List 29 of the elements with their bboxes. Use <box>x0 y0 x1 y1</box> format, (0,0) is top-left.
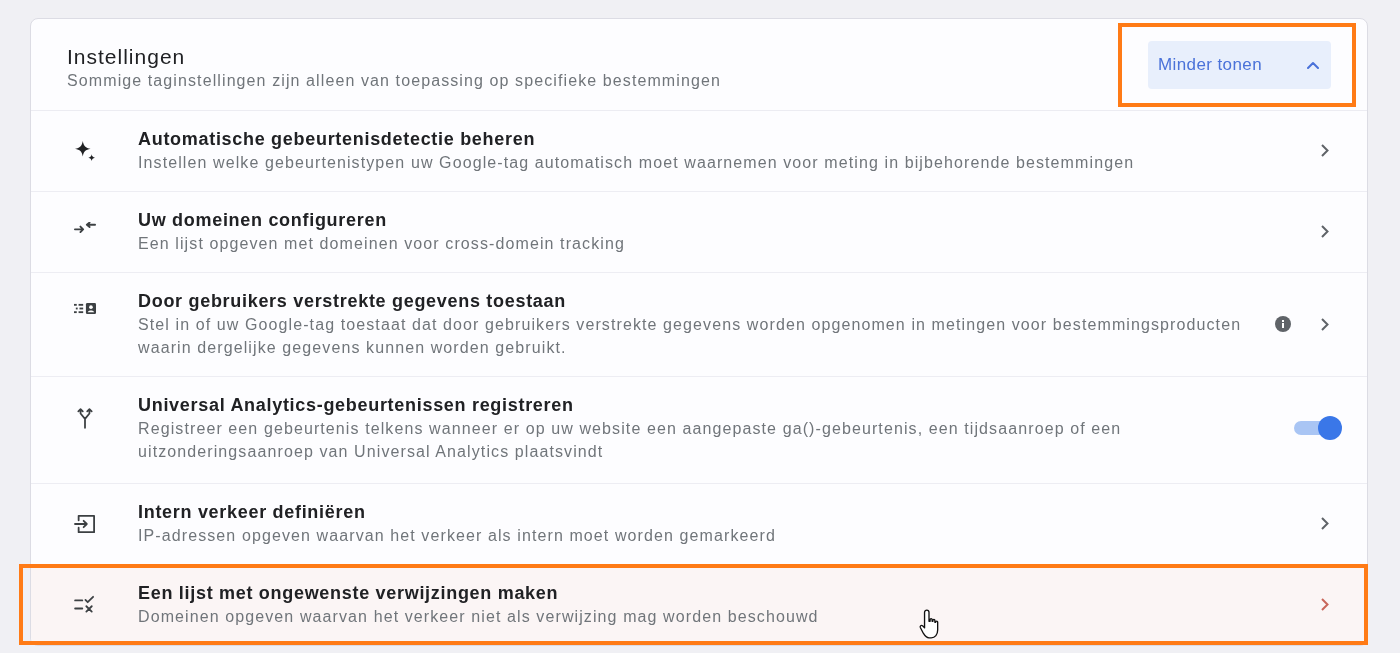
section-subtitle: Sommige taginstellingen zijn alleen van toepassing op specifieke bestemmingen <box>67 70 721 91</box>
row-description: Instellen welke gebeurtenistypen uw Google-tag automatisch moet waarnemen voor meting in bijbehorende bestemmingen <box>138 153 1135 173</box>
row-title: Universal Analytics-gebeurtenissen registreren <box>138 394 574 417</box>
info-icon[interactable] <box>1275 316 1291 332</box>
chevron-right-icon[interactable] <box>1321 144 1329 157</box>
row-title: Een lijst met ongewenste verwijzingen maken <box>138 582 559 605</box>
chevron-right-icon[interactable] <box>1321 598 1329 611</box>
hand-cursor-icon <box>919 609 939 639</box>
row-title: Door gebruikers verstrekte gegevens toestaan <box>138 290 566 313</box>
chevron-right-icon[interactable] <box>1321 517 1329 530</box>
chevron-right-icon[interactable] <box>1321 225 1329 238</box>
branch-arrows-icon <box>76 407 93 429</box>
show-less-button[interactable]: Minder tonen <box>1147 40 1331 89</box>
row-title: Automatische gebeurtenisdetectie beheren <box>138 128 536 151</box>
row-title: Intern verkeer definiëren <box>138 501 366 524</box>
row-title: Uw domeinen configureren <box>138 209 387 232</box>
list-person-icon <box>73 303 96 314</box>
row-description: Registreer een gebeurtenis telkens wanneer er op uw website een aangepaste ga()-gebeurtenis, een tijdsaanroep of een uitzonderingsaanroep van Universal Analytics plaatsvindt <box>138 419 1123 462</box>
section-title: Instellingen <box>67 43 186 70</box>
inward-arrows-icon <box>73 222 96 233</box>
row-description: Domeinen opgeven waarvan het verkeer niet als verwijzing mag worden beschouwd <box>138 607 819 627</box>
row-description: Een lijst opgeven met domeinen voor cross-domein tracking <box>138 234 625 254</box>
chevron-right-icon[interactable] <box>1321 317 1329 331</box>
toggle-switch[interactable] <box>1294 415 1342 441</box>
row-description: Stel in of uw Google-tag toestaat dat door gebruikers verstrekte gegevens worden opgenomen in metingen voor bestemmingsproducten waarin dergelijke gegevens kunnen worden gebruikt. <box>138 315 1243 358</box>
list-check-x-icon <box>73 595 96 613</box>
sparkle-icon <box>74 141 95 161</box>
row-description: IP-adressen opgeven waarvan het verkeer als intern moet worden gemarkeerd <box>138 526 776 546</box>
arrow-into-box-icon <box>73 514 96 534</box>
